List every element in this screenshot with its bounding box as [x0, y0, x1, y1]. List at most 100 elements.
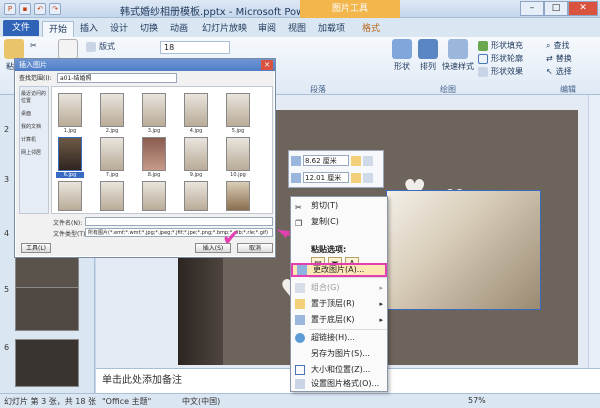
quick-styles-button[interactable]: 快速样式: [442, 39, 474, 72]
zoom-level[interactable]: 57%: [468, 396, 486, 405]
checkmark-icon: ✔: [222, 226, 241, 251]
paste-options-header: 粘贴选项:: [311, 245, 347, 254]
slide-thumbnail[interactable]: [15, 339, 79, 387]
file-thumbnail[interactable]: [226, 137, 250, 171]
context-menu: ✂ 剪切(T) ❐ 复制(C) 粘贴选项: ▤ ▣ A 更改图片(A)... 组…: [290, 196, 388, 392]
shape-fill-button[interactable]: 形状填充: [478, 40, 523, 51]
filename-input[interactable]: [85, 217, 273, 226]
menu-format-picture[interactable]: 设置图片格式(O)...: [291, 377, 387, 391]
font-size-combo[interactable]: 18: [160, 41, 230, 54]
tab-home[interactable]: 开始: [42, 21, 75, 37]
width-input[interactable]: 12.01 厘米: [303, 172, 349, 183]
tab-review[interactable]: 审阅: [252, 21, 282, 37]
location-combo[interactable]: a01-结婚照: [57, 73, 177, 83]
bring-forward-icon[interactable]: [351, 155, 361, 166]
paint-bucket-icon: [478, 40, 488, 51]
places-bar: 最近访问的位置 桌面 我的文档 计算机 网上邻居: [19, 86, 49, 214]
maximize-button[interactable]: □: [544, 1, 568, 16]
file-thumbnail[interactable]: [142, 93, 166, 127]
file-thumbnail[interactable]: [58, 181, 82, 211]
menu-save-as-picture[interactable]: 另存为图片(S)...: [291, 347, 387, 361]
file-thumbnail[interactable]: [100, 137, 124, 171]
menu-send-to-back[interactable]: 置于底层(K) ▸: [291, 313, 387, 327]
file-thumbnail[interactable]: [58, 93, 82, 127]
tab-view[interactable]: 视图: [282, 21, 312, 37]
save-icon[interactable]: ▪: [19, 3, 31, 15]
ribbon-tabs: 文件 开始 插入 设计 切换 动画 幻灯片放映 审阅 视图 加载项 格式: [0, 18, 600, 37]
file-thumbnail[interactable]: [100, 93, 124, 127]
place-network[interactable]: 网上邻居: [20, 146, 48, 159]
file-thumbnail[interactable]: [100, 181, 124, 211]
file-thumbnail[interactable]: [184, 137, 208, 171]
shape-outline-button[interactable]: 形状轮廓: [478, 53, 523, 64]
height-input[interactable]: 8.62 厘米: [303, 155, 349, 166]
place-desktop[interactable]: 桌面: [20, 107, 48, 120]
tab-transitions[interactable]: 切换: [134, 21, 164, 37]
app-icon[interactable]: P: [4, 3, 16, 15]
send-backward-icon[interactable]: [351, 172, 361, 183]
selected-picture[interactable]: [386, 190, 541, 310]
tab-animations[interactable]: 动画: [164, 21, 194, 37]
send-back-icon: [295, 315, 305, 325]
menu-bring-to-front[interactable]: 置于顶层(R) ▸: [291, 297, 387, 311]
place-documents[interactable]: 我的文档: [20, 120, 48, 133]
tools-button[interactable]: 工具(L): [21, 243, 51, 253]
cut-button[interactable]: ✂: [30, 41, 37, 50]
shape-effects-button[interactable]: 形状效果: [478, 66, 523, 77]
shapes-icon: [392, 39, 412, 59]
file-thumbnail[interactable]: [184, 93, 208, 127]
menu-group[interactable]: 组合(G) ▸: [291, 281, 387, 295]
crop-icon[interactable]: [363, 155, 373, 166]
menu-copy[interactable]: ❐ 复制(C): [291, 215, 387, 229]
tab-file[interactable]: 文件: [3, 20, 39, 36]
tab-addins[interactable]: 加载项: [312, 21, 351, 37]
arrange-button[interactable]: 排列: [418, 39, 438, 72]
tab-insert[interactable]: 插入: [74, 21, 104, 37]
minimize-button[interactable]: –: [520, 1, 544, 16]
effects-icon: [478, 66, 488, 77]
file-label: 10.jpg: [230, 172, 246, 178]
tab-format[interactable]: 格式: [356, 21, 386, 37]
menu-cut[interactable]: ✂ 剪切(T): [291, 199, 387, 213]
select-button[interactable]: ↖ 选择: [546, 66, 572, 77]
arrange-icon: [418, 39, 438, 59]
file-thumbnail[interactable]: [226, 181, 250, 211]
file-thumbnail[interactable]: [184, 181, 208, 211]
thumb-number: 3: [4, 175, 10, 184]
find-button[interactable]: ⌕ 查找: [546, 40, 569, 51]
file-label: 3.jpg: [147, 128, 161, 134]
file-list: 1.jpg 2.jpg 3.jpg 4.jpg 5.jpg 6.jpg 7.jp…: [51, 86, 273, 214]
vertical-scrollbar[interactable]: [588, 95, 600, 368]
language-indicator[interactable]: 中文(中国): [182, 396, 220, 407]
place-recent[interactable]: 最近访问的位置: [20, 87, 48, 107]
style-icon[interactable]: [363, 172, 373, 183]
tab-design[interactable]: 设计: [104, 21, 134, 37]
drawing-group-label: 绘图: [440, 85, 456, 94]
cancel-button[interactable]: 取消: [237, 243, 273, 253]
menu-change-picture[interactable]: 更改图片(A)...: [291, 263, 387, 277]
copy-icon: ❐: [295, 219, 303, 228]
file-label: 9.jpg: [189, 172, 203, 178]
slide-thumbnail[interactable]: [15, 287, 79, 331]
file-label: 4.jpg: [189, 128, 203, 134]
scissors-icon: ✂: [295, 203, 302, 212]
file-thumbnail[interactable]: [142, 137, 166, 171]
dialog-close-button[interactable]: ✕: [261, 60, 273, 70]
file-thumbnail-selected[interactable]: [58, 137, 82, 171]
filetype-select[interactable]: 所有图片(*.emf;*.wmf;*.jpg;*.jpeg;*.jfif;*.j…: [85, 228, 273, 237]
menu-hyperlink[interactable]: 超链接(H)...: [291, 331, 387, 345]
redo-icon[interactable]: ↷: [49, 3, 61, 15]
undo-icon[interactable]: ↶: [34, 3, 46, 15]
place-computer[interactable]: 计算机: [20, 133, 48, 146]
menu-size-position[interactable]: 大小和位置(Z)...: [291, 363, 387, 377]
file-thumbnail[interactable]: [226, 93, 250, 127]
replace-button[interactable]: ⇄ 替换: [546, 53, 572, 64]
tab-slideshow[interactable]: 幻灯片放映: [196, 21, 253, 37]
submenu-arrow-icon: ▸: [379, 316, 383, 324]
file-thumbnail[interactable]: [142, 181, 166, 211]
size-position-icon: [295, 365, 305, 375]
layout-button[interactable]: 版式: [86, 41, 115, 52]
layout-icon: [86, 41, 96, 52]
close-button[interactable]: ✕: [568, 1, 598, 16]
shape-button[interactable]: 形状: [392, 39, 412, 72]
